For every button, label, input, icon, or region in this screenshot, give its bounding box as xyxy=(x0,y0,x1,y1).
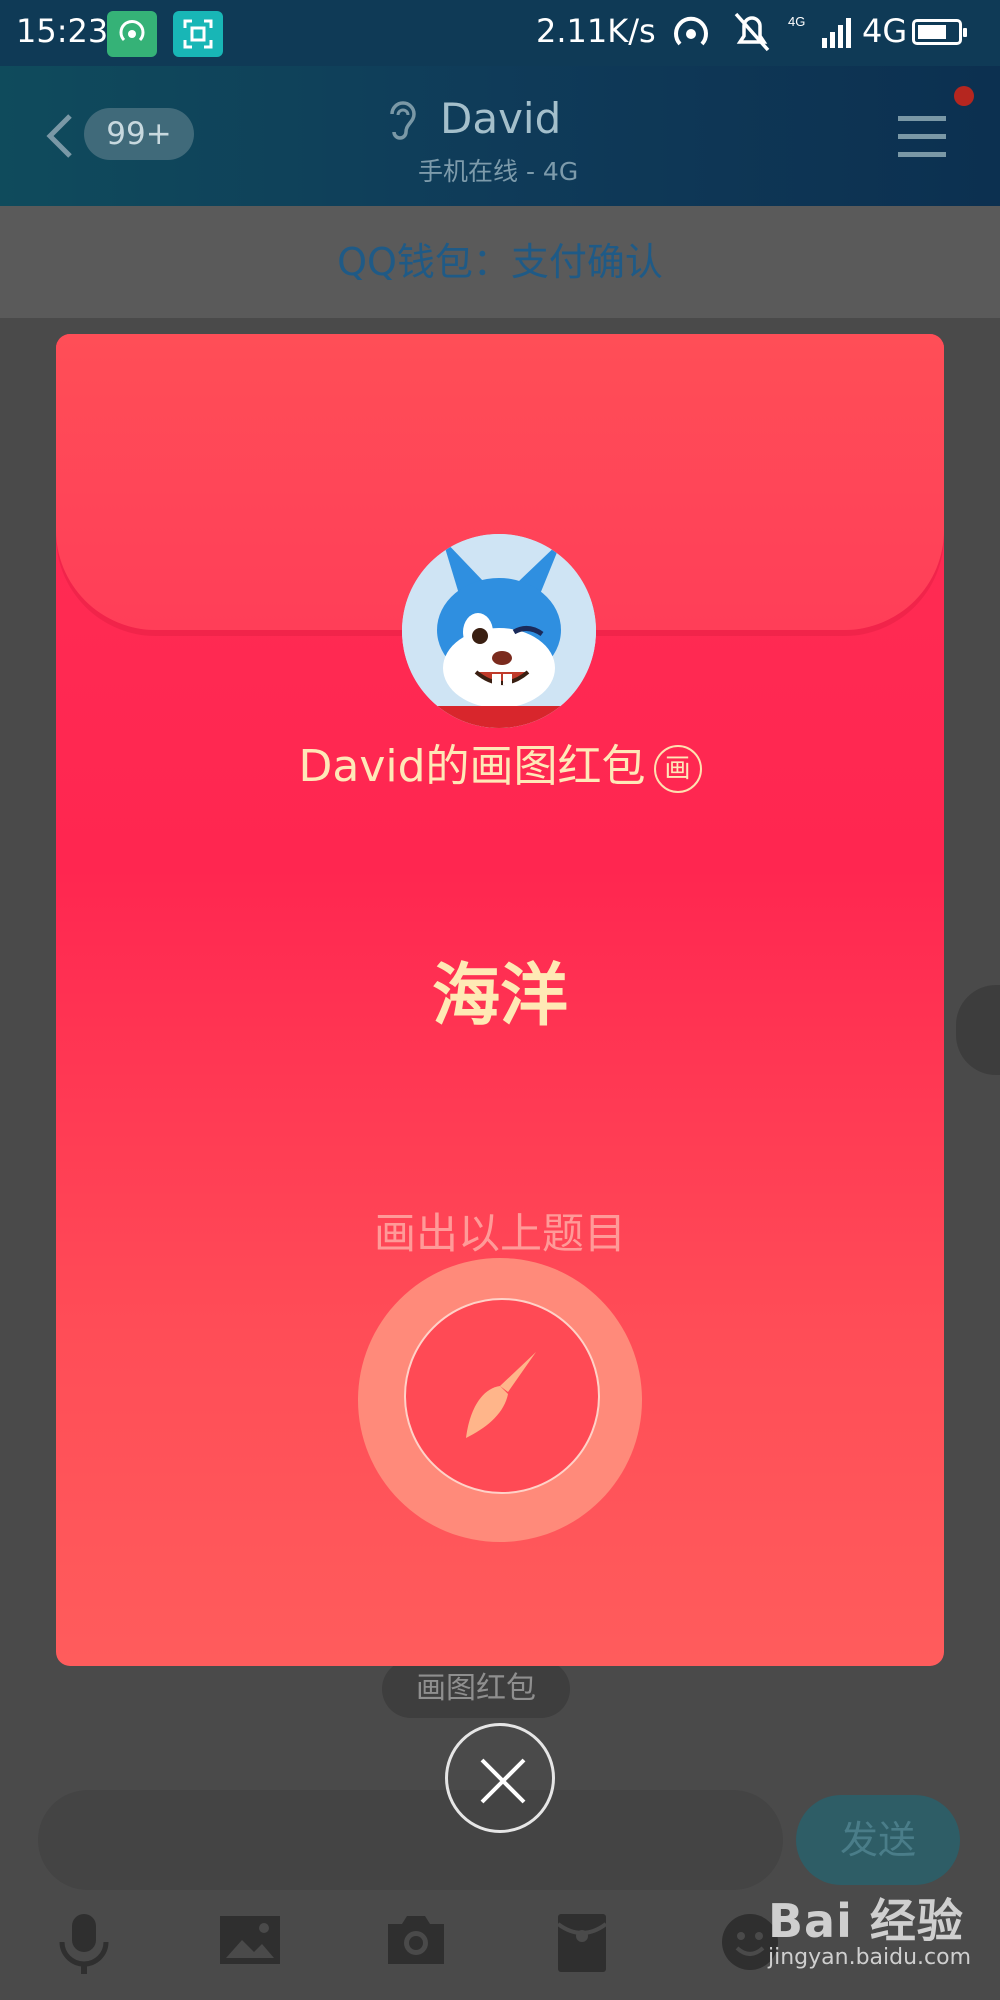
notification-dot xyxy=(954,86,974,106)
draw-button[interactable] xyxy=(404,1298,600,1494)
menu-icon[interactable] xyxy=(896,114,948,162)
close-icon xyxy=(480,1758,526,1804)
chat-header: 99+ David 手机在线 - 4G xyxy=(0,66,1000,206)
battery-icon xyxy=(912,19,967,45)
red-packet-icon[interactable] xyxy=(556,1912,608,1978)
contact-name: David xyxy=(440,94,562,143)
hotspot-app-icon xyxy=(107,11,157,57)
back-arrow-icon[interactable] xyxy=(44,112,74,164)
signal-icon: 4G xyxy=(786,12,858,56)
drawing-topic: 海洋 xyxy=(431,957,568,1036)
draw-badge: 画 xyxy=(653,745,702,793)
chat-message: 画图红包 xyxy=(382,1660,570,1718)
image-icon[interactable] xyxy=(218,1912,282,1972)
watermark-url: jingyan.baidu.com xyxy=(768,1945,972,1970)
ear-icon xyxy=(386,96,420,146)
network-type: 4G xyxy=(862,12,908,50)
mute-bell-icon xyxy=(732,10,772,58)
baidu-jingyan-watermark: Bai 经验 jingyan.baidu.com xyxy=(768,1885,971,1970)
message-input[interactable] xyxy=(38,1790,783,1890)
send-button[interactable]: 发送 xyxy=(796,1795,960,1885)
hotspot-icon xyxy=(670,12,712,58)
red-packet-title-text: David的画图红包 xyxy=(298,741,646,792)
microphone-icon[interactable] xyxy=(56,1912,112,1980)
camera-icon[interactable] xyxy=(384,1912,448,1972)
svg-text:4G: 4G xyxy=(788,14,805,29)
status-time: 15:23 xyxy=(16,12,109,50)
paintbrush-icon xyxy=(466,1352,536,1438)
red-packet-title: David的画图红包画 xyxy=(0,730,1000,794)
watermark-brand: Bai 经验 xyxy=(768,1894,964,1948)
status-bar: 15:23 2.11K/s 4G 4G xyxy=(0,0,1000,66)
unread-count-badge[interactable]: 99+ xyxy=(84,108,194,160)
network-speed: 2.11K/s xyxy=(536,12,656,50)
contact-status: 手机在线 - 4G xyxy=(418,157,579,186)
close-button[interactable] xyxy=(445,1723,555,1833)
sender-avatar xyxy=(402,534,596,728)
wallet-banner: QQ钱包：支付确认 xyxy=(0,206,1000,318)
scan-app-icon xyxy=(173,11,223,57)
drawing-hint: 画出以上题目 xyxy=(373,1209,626,1258)
